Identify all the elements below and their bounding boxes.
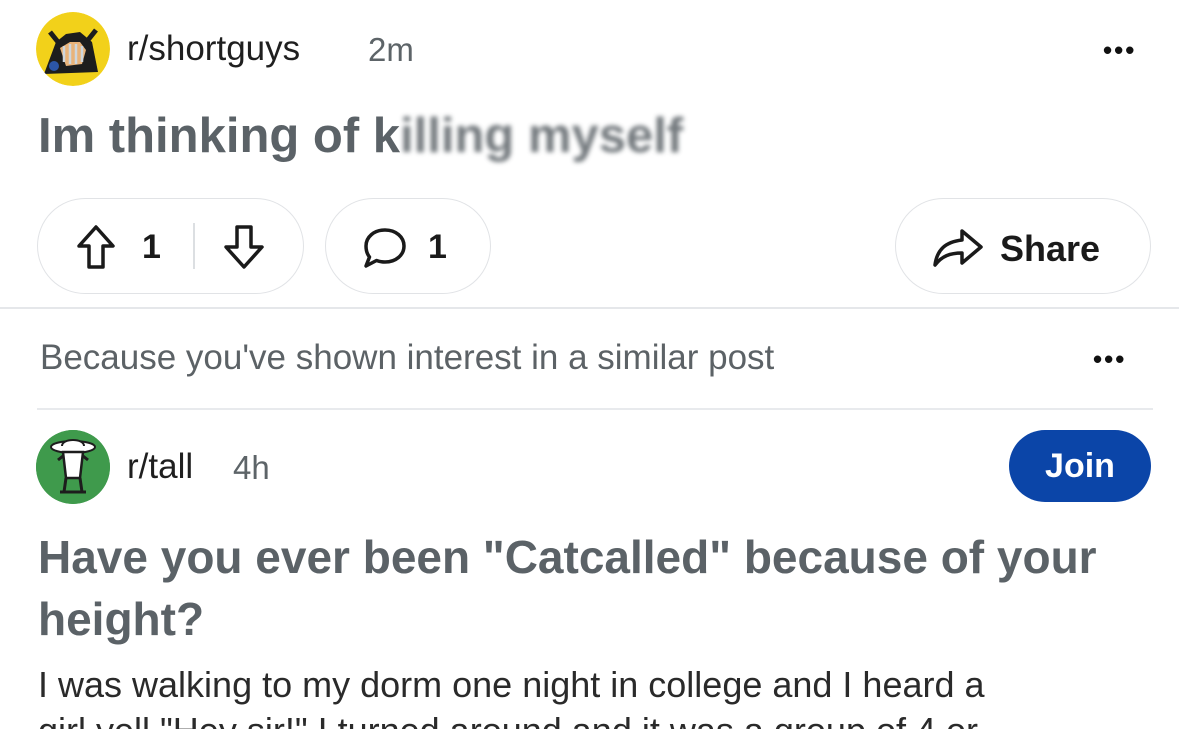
comments-button[interactable]: 1 (325, 198, 491, 294)
post-title[interactable]: Im thinking of killing myself (38, 108, 683, 164)
join-button[interactable]: Join (1009, 430, 1151, 502)
post-time: 4h (233, 449, 270, 486)
share-button[interactable]: Share (895, 198, 1151, 294)
post-title[interactable]: Have you ever been "Catcalled" because o… (38, 526, 1148, 650)
vote-bar: 1 (37, 198, 304, 294)
avatar-image (36, 430, 110, 504)
subreddit-name[interactable]: r/shortguys (127, 29, 300, 69)
avatar-image (36, 12, 110, 86)
more-options-icon[interactable]: ••• (1093, 344, 1126, 375)
post-title-obscured: illing myself (400, 109, 684, 163)
recommendation-reason: Because you've shown interest in a simil… (40, 338, 775, 377)
section-divider (37, 408, 1153, 410)
post-title-text: Im thinking of k (38, 109, 401, 163)
post-body-preview[interactable]: I was walking to my dorm one night in co… (38, 662, 1148, 729)
subreddit-avatar-tall[interactable] (36, 430, 110, 504)
post-divider (0, 307, 1179, 309)
subreddit-avatar-shortguys[interactable] (36, 12, 110, 86)
share-label: Share (1000, 228, 1101, 269)
upvote-count: 1 (142, 228, 161, 266)
post-body-line: I was walking to my dorm one night in co… (38, 664, 985, 705)
more-options-icon[interactable]: ••• (1103, 35, 1136, 66)
subreddit-name[interactable]: r/tall (127, 447, 193, 487)
vote-divider (193, 223, 195, 269)
post-body-line: girl yell "Hey sir!" I turned around and… (38, 708, 1148, 729)
comment-count: 1 (428, 228, 447, 266)
post-time: 2m (368, 31, 414, 68)
upvote-icon[interactable] (76, 224, 116, 275)
comment-icon (362, 227, 408, 274)
downvote-icon[interactable] (222, 224, 266, 275)
share-icon (932, 228, 984, 273)
